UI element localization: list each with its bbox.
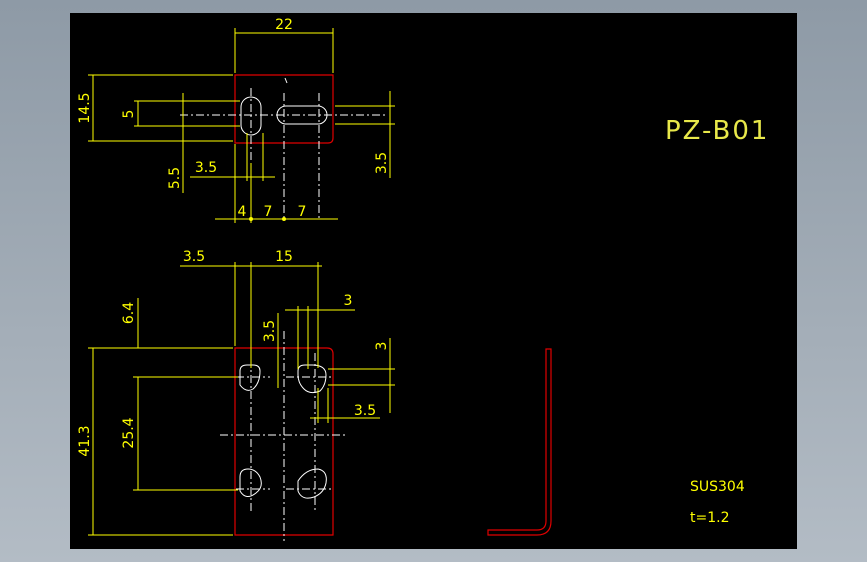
hole-bottom-right [286, 468, 334, 499]
drawing-sheet: 22 14.5 5 5.5 3.5 3.5 4 7 7 3.5 15 3 3.5… [70, 13, 797, 549]
hole-top-left [236, 364, 270, 391]
dim-hole-size: 3 [344, 293, 353, 309]
material-note: SUS304 [690, 479, 745, 495]
dim-slot-offset-x: 3.5 [195, 160, 217, 176]
dim-pitch-b: 7 [264, 204, 273, 220]
dim-hole-dia-h: 3.5 [354, 403, 376, 419]
drawing-canvas: 22 14.5 5 5.5 3.5 3.5 4 7 7 3.5 15 3 3.5… [77, 17, 769, 541]
dim-pitch-a: 4 [238, 204, 247, 220]
dim-hole-dia-v: 3 [374, 342, 390, 351]
dim-slot-height: 5 [121, 110, 137, 119]
dim-pitch-c: 7 [298, 204, 307, 220]
side-view-profile [487, 348, 552, 536]
dim-top-height: 14.5 [77, 92, 93, 123]
part-number: PZ-B01 [665, 116, 769, 146]
top-view: 22 14.5 5 5.5 3.5 3.5 4 7 7 [77, 17, 395, 223]
front-view-outline [234, 347, 334, 536]
dim-top-width: 22 [275, 17, 293, 33]
dim-slot-offset-y: 3.5 [374, 152, 390, 174]
front-view: 3.5 15 3 3.5 6.4 3 3.5 41.3 25.4 [77, 249, 395, 541]
dim-slot-width: 5.5 [167, 167, 183, 189]
dim-edge-offset: 3.5 [183, 249, 205, 265]
hole-top-right [286, 364, 334, 394]
hole-bottom-left [236, 468, 270, 497]
thickness-note: t=1.2 [690, 510, 729, 526]
top-mark [284, 77, 288, 84]
dim-hole-pitch: 15 [275, 249, 293, 265]
dim-total-height: 41.3 [77, 425, 93, 456]
dim-vertical-pitch: 25.4 [121, 417, 137, 448]
dim-top-margin: 6.4 [121, 302, 137, 324]
dim-hole-size-v: 3.5 [262, 320, 278, 342]
